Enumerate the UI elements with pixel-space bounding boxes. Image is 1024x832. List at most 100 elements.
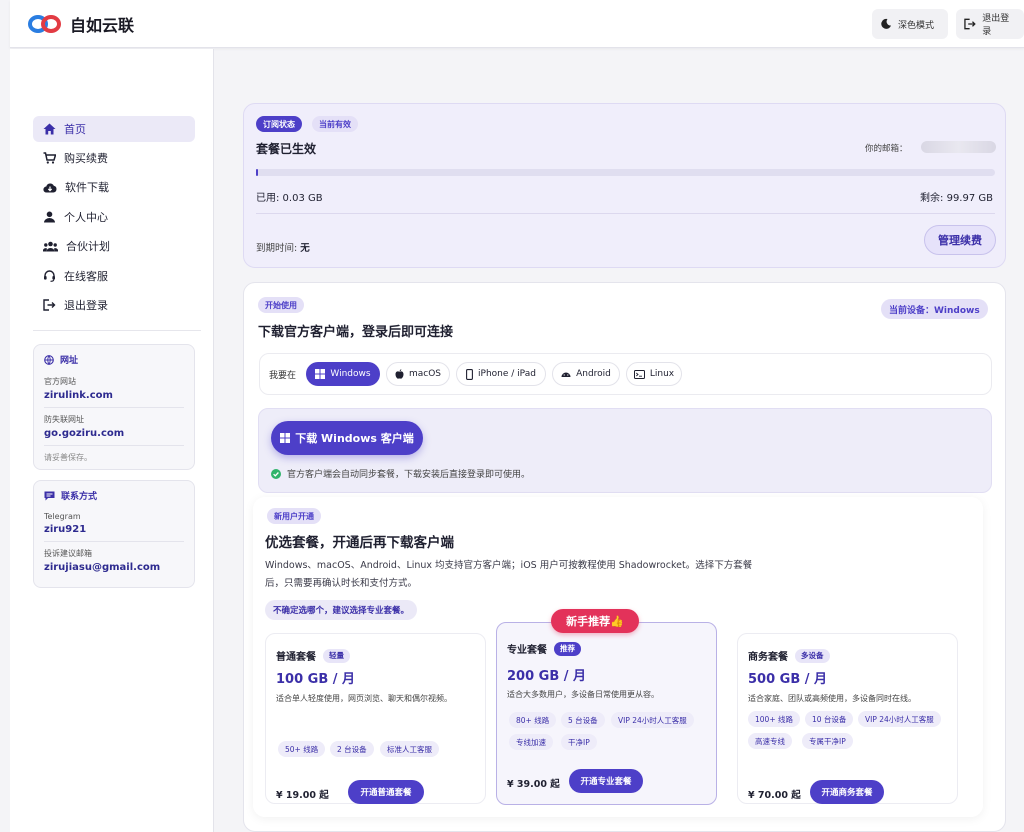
telegram-link[interactable]: ziru921 bbox=[44, 524, 184, 535]
terminal-icon bbox=[633, 369, 645, 379]
official-site-label: 官方网站 bbox=[44, 377, 76, 386]
telegram-label: Telegram bbox=[44, 512, 81, 521]
remaining-traffic: 剩余: 99.97 GB bbox=[920, 193, 993, 204]
plan-feature: 标准人工客服 bbox=[380, 741, 439, 757]
plan-name: 普通套餐 轻量 bbox=[276, 648, 350, 663]
sidebar-divider bbox=[33, 330, 201, 331]
backup-site-label: 防失联网址 bbox=[44, 415, 84, 424]
sidebar-item-profile[interactable]: 个人中心 bbox=[33, 204, 195, 230]
windows-icon bbox=[315, 369, 326, 379]
plan-feature: 高速专线 bbox=[748, 733, 792, 749]
email-label: 投诉建议邮箱 bbox=[44, 549, 92, 558]
android-icon bbox=[561, 372, 571, 377]
header-logout-button[interactable]: 退出登录 bbox=[956, 9, 1024, 39]
contact-card-title: 联系方式 bbox=[44, 489, 184, 502]
plan-feature: VIP 24小时人工客服 bbox=[858, 711, 941, 727]
moon-icon bbox=[881, 18, 891, 29]
backup-site-link[interactable]: go.goziru.com bbox=[44, 428, 184, 439]
sidebar-item-label: 首页 bbox=[64, 123, 86, 136]
contact-card: 联系方式 Telegram ziru921 投诉建议邮箱 zirujiasu@g… bbox=[33, 480, 195, 588]
expiry-value: 无 bbox=[300, 243, 310, 254]
sidebar-item-download[interactable]: 软件下载 bbox=[33, 174, 195, 200]
traffic-progress-fill bbox=[256, 169, 259, 176]
sites-card: 网址 官方网站 zirulink.com 防失联网址 go.goziru.com… bbox=[33, 344, 195, 470]
subscription-card: 订阅状态 当前有效 套餐已生效 你的邮箱： 已用: 0.03 GB 剩余: 99… bbox=[243, 103, 1006, 268]
sidebar-item-logout[interactable]: 退出登录 bbox=[33, 292, 195, 318]
divider bbox=[256, 213, 995, 214]
plan-card-basic: 普通套餐 轻量 100 GB / 月 适合单人轻度使用，网页浏览、聊天和偶尔视频。… bbox=[265, 633, 486, 804]
platform-selector: 我要在 Windows macOS iPhone / iPad Android … bbox=[259, 353, 992, 395]
sidebar-item-label: 个人中心 bbox=[64, 211, 108, 224]
chat-icon bbox=[44, 491, 55, 500]
check-circle-icon bbox=[271, 468, 281, 479]
cart-icon bbox=[43, 152, 56, 164]
platform-label: 我要在 bbox=[269, 371, 297, 381]
divider bbox=[44, 407, 184, 408]
plan-feature: 干净IP bbox=[561, 734, 597, 750]
subscribe-business-button[interactable]: 开通商务套餐 bbox=[810, 780, 884, 804]
platform-tab-label: macOS bbox=[408, 369, 442, 379]
download-panel: 下载 Windows 客户端 官方客户端会自动同步套餐，下载安装后直接登录即可使… bbox=[258, 408, 992, 493]
expiry-label: 到期时间: bbox=[256, 243, 301, 254]
windows-icon bbox=[280, 433, 291, 443]
plan-feature: VIP 24小时人工客服 bbox=[611, 712, 694, 728]
platform-tab-android[interactable]: Android bbox=[552, 362, 620, 386]
traffic-progress-bar bbox=[256, 169, 995, 176]
home-icon bbox=[43, 123, 56, 135]
platform-tab-macos[interactable]: macOS bbox=[386, 362, 450, 386]
subscribe-pro-button[interactable]: 开通专业套餐 bbox=[569, 769, 643, 793]
used-traffic: 已用: 0.03 GB bbox=[256, 193, 323, 204]
subscribe-basic-button[interactable]: 开通普通套餐 bbox=[348, 780, 424, 804]
plan-price: 200 GB / 月 bbox=[507, 669, 587, 684]
subscription-tag: 订阅状态 bbox=[256, 116, 302, 132]
sidebar-item-partner[interactable]: 合伙计划 bbox=[33, 233, 195, 259]
email-field-label: 你的邮箱： bbox=[865, 144, 908, 154]
plan-name: 专业套餐 推荐 bbox=[507, 641, 581, 656]
plan-desc: 适合大多数用户，多设备日常使用更从容。 bbox=[507, 690, 659, 699]
plan-price: 100 GB / 月 bbox=[276, 672, 356, 687]
sidebar-item-label: 退出登录 bbox=[64, 299, 108, 312]
plans-card: 新用户开通 优选套餐，开通后再下载客户端 Windows、macOS、Andro… bbox=[253, 497, 983, 817]
plan-feature: 80+ 线路 bbox=[509, 712, 557, 728]
manage-renewal-button[interactable]: 管理续费 bbox=[924, 225, 996, 255]
download-note: 官方客户端会自动同步套餐，下载安装后直接登录即可使用。 bbox=[271, 467, 530, 480]
plan-feature: 100+ 线路 bbox=[748, 711, 800, 727]
download-note-text: 官方客户端会自动同步套餐，下载安装后直接登录即可使用。 bbox=[287, 470, 531, 480]
plans-title: 优选套餐，开通后再下载客户端 bbox=[265, 535, 454, 551]
plan-name-text: 商务套餐 bbox=[748, 652, 788, 663]
brand-logo[interactable]: 自如云联 bbox=[28, 12, 134, 36]
sidebar-item-purchase[interactable]: 购买续费 bbox=[33, 145, 195, 171]
headset-icon bbox=[44, 270, 55, 282]
sites-title-text: 网址 bbox=[60, 356, 79, 366]
platform-tab-iphone[interactable]: iPhone / iPad bbox=[456, 362, 546, 386]
platform-tab-label: Android bbox=[576, 369, 611, 379]
plan-tag: 轻量 bbox=[323, 648, 350, 663]
recommend-badge: 新手推荐👍 bbox=[551, 609, 639, 633]
plan-feature: 专线加速 bbox=[509, 734, 553, 750]
globe-icon bbox=[44, 354, 54, 365]
download-button-label: 下载 Windows 客户端 bbox=[295, 432, 414, 445]
plan-name-text: 普通套餐 bbox=[276, 652, 316, 663]
sidebar-item-support[interactable]: 在线客服 bbox=[33, 263, 195, 289]
dark-mode-button[interactable]: 深色模式 bbox=[872, 9, 948, 39]
plan-feature: 2 台设备 bbox=[330, 741, 374, 757]
platform-tab-linux[interactable]: Linux bbox=[626, 362, 682, 386]
plan-card-pro: 专业套餐 推荐 200 GB / 月 适合大多数用户，多设备日常使用更从容。 80… bbox=[496, 622, 717, 805]
dark-mode-label: 深色模式 bbox=[898, 20, 935, 31]
sites-note: 请妥善保存。 bbox=[44, 453, 92, 462]
platform-tab-windows[interactable]: Windows bbox=[306, 362, 380, 386]
brand-logo-icon bbox=[28, 13, 62, 35]
sites-card-title: 网址 bbox=[44, 353, 184, 366]
plan-feature: 10 台设备 bbox=[805, 711, 854, 727]
email-link[interactable]: zirujiasu@gmail.com bbox=[44, 562, 184, 573]
status-badge: 当前有效 bbox=[312, 116, 358, 132]
platform-tab-label: Windows bbox=[330, 369, 371, 379]
sidebar-item-home[interactable]: 首页 bbox=[33, 116, 195, 142]
plan-cost: ¥ 70.00 起 bbox=[748, 790, 801, 801]
platform-tab-label: iPhone / iPad bbox=[478, 369, 536, 379]
logout-icon bbox=[43, 299, 56, 311]
download-windows-button[interactable]: 下载 Windows 客户端 bbox=[271, 421, 423, 455]
official-site-link[interactable]: zirulink.com bbox=[44, 390, 184, 401]
plans-tag: 新用户开通 bbox=[267, 508, 321, 524]
header-logout-label: 退出登录 bbox=[982, 14, 1010, 37]
